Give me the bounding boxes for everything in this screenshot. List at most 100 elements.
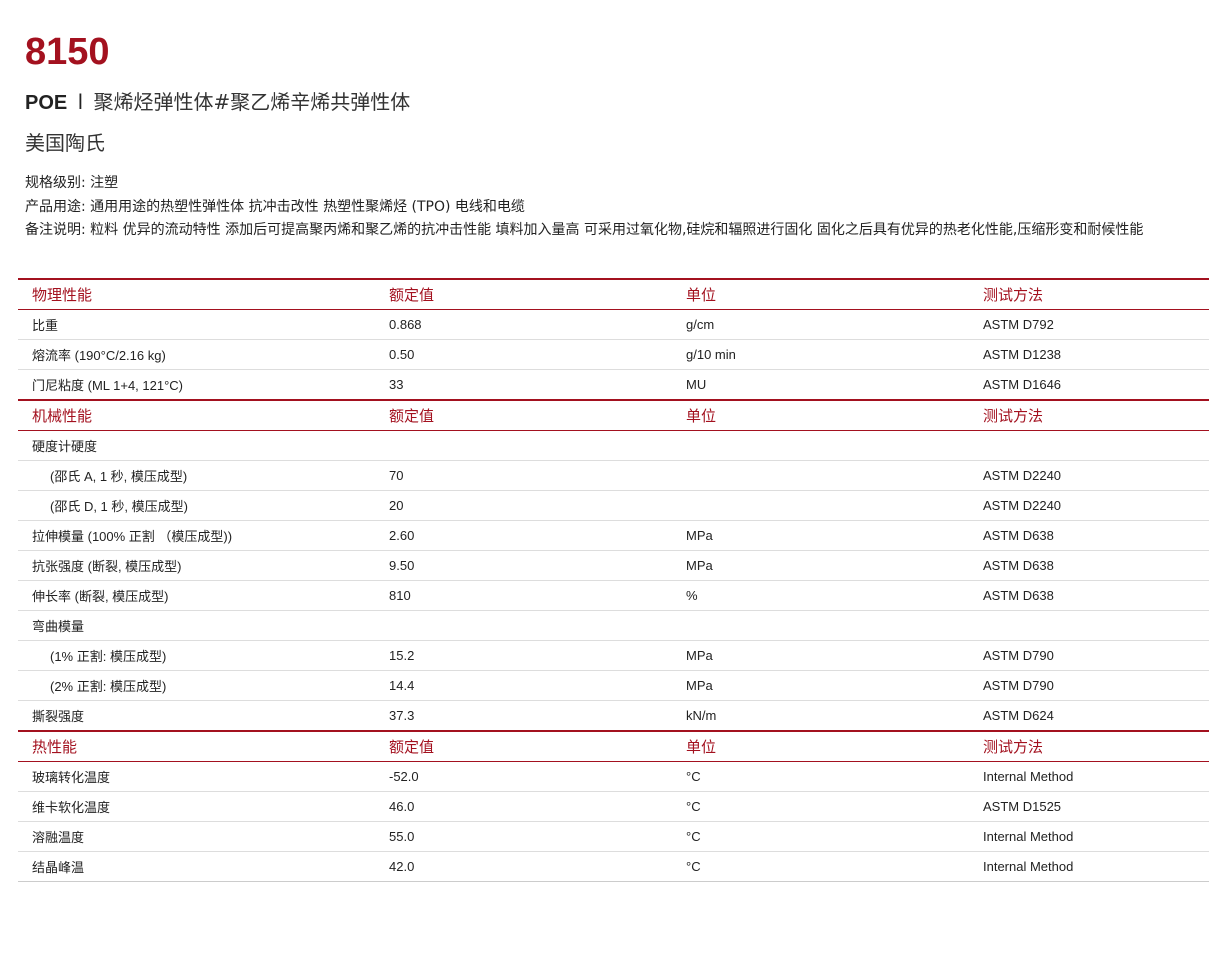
unit-header: 单位 — [672, 730, 969, 762]
property-value: 46.0 — [375, 791, 672, 822]
property-unit — [672, 430, 969, 461]
property-table-body: 物理性能 额定值 单位 测试方法 比重 0.868 g/cm ASTM D792 熔流率 (19… — [18, 278, 1209, 882]
property-value: -52.0 — [375, 761, 672, 792]
property-unit: MU — [672, 369, 969, 401]
property-unit: °C — [672, 821, 969, 852]
table-row: (1% 正割: 模压成型) 15.2 MPa ASTM D790 — [18, 640, 1209, 671]
method-header: 测试方法 — [969, 278, 1209, 310]
property-name: 溶融温度 — [18, 821, 375, 852]
property-unit: kN/m — [672, 700, 969, 732]
property-value — [375, 430, 672, 461]
property-unit: MPa — [672, 550, 969, 581]
test-method: ASTM D1646 — [969, 369, 1209, 401]
product-grade: 8150 — [25, 31, 110, 73]
property-name: 抗张强度 (断裂, 模压成型) — [18, 550, 375, 581]
property-table: 物理性能 额定值 单位 测试方法 比重 0.868 g/cm ASTM D792 熔流率 (19… — [18, 278, 1209, 882]
property-name: 结晶峰温 — [18, 851, 375, 882]
table-row: (邵氏 D, 1 秒, 模压成型) 20 ASTM D2240 — [18, 490, 1209, 521]
property-value: 9.50 — [375, 550, 672, 581]
property-unit: °C — [672, 791, 969, 822]
table-row: 结晶峰温 42.0 °C Internal Method — [18, 851, 1209, 882]
property-name: 硬度计硬度 — [18, 430, 375, 461]
product-type-description: 聚烯烃弹性体#聚乙烯辛烯共弹性体 — [93, 90, 411, 114]
test-method: ASTM D1525 — [969, 791, 1209, 822]
table-row: 伸长率 (断裂, 模压成型) 810% ASTM D638 — [18, 580, 1209, 611]
test-method: ASTM D2240 — [969, 490, 1209, 521]
table-row: 拉伸模量 (100% 正割 （模压成型)) 2.60 MPa ASTM D638 — [18, 520, 1209, 551]
property-value: 0.868 — [375, 309, 672, 340]
value-header: 额定值 — [375, 730, 672, 762]
test-method: ASTM D792 — [969, 309, 1209, 340]
test-method: ASTM D790 — [969, 670, 1209, 701]
property-name: (邵氏 A, 1 秒, 模压成型) — [18, 460, 375, 491]
property-name: 撕裂强度 — [18, 700, 375, 732]
table-row: (邵氏 A, 1 秒, 模压成型) 70 ASTM D2240 — [18, 460, 1209, 491]
property-name: 弯曲模量 — [18, 610, 375, 641]
property-name: 伸长率 (断裂, 模压成型) — [18, 580, 375, 611]
grade-level: 规格级别: 注塑 — [25, 175, 119, 191]
test-method: ASTM D2240 — [969, 460, 1209, 491]
property-name: 熔流率 (190°C/2.16 kg) — [18, 339, 375, 370]
property-unit — [672, 490, 969, 521]
property-unit: MPa — [672, 670, 969, 701]
property-value: 20 — [375, 490, 672, 521]
value-header: 额定值 — [375, 399, 672, 431]
property-value: 2.60 — [375, 520, 672, 551]
table-row: 比重 0.868 g/cm ASTM D792 — [18, 309, 1209, 340]
property-name: 维卡软化温度 — [18, 791, 375, 822]
section-title: 热性能 — [18, 730, 375, 762]
test-method: ASTM D1238 — [969, 339, 1209, 370]
test-method: Internal Method — [969, 821, 1209, 852]
property-value: 70 — [375, 460, 672, 491]
property-value: 0.50 — [375, 339, 672, 370]
property-unit: °C — [672, 761, 969, 792]
test-method: Internal Method — [969, 761, 1209, 792]
property-value: 14.4 — [375, 670, 672, 701]
property-value: 33 — [375, 369, 672, 401]
product-type-code: POE — [25, 92, 68, 114]
property-unit: % — [672, 580, 969, 611]
test-method: ASTM D638 — [969, 550, 1209, 581]
test-method: ASTM D638 — [969, 580, 1209, 611]
property-unit — [672, 460, 969, 491]
property-name: 拉伸模量 (100% 正割 （模压成型)) — [18, 520, 375, 551]
method-header: 测试方法 — [969, 399, 1209, 431]
table-row: (2% 正割: 模压成型) 14.4 MPa ASTM D790 — [18, 670, 1209, 701]
test-method: ASTM D790 — [969, 640, 1209, 671]
value-header: 额定值 — [375, 278, 672, 310]
property-unit: MPa — [672, 520, 969, 551]
manufacturer: 美国陶氏 — [25, 131, 105, 155]
subtitle-separator: l — [77, 90, 84, 114]
property-value: 810 — [375, 580, 672, 611]
property-name: (1% 正割: 模压成型) — [18, 640, 375, 671]
property-name: 玻璃转化温度 — [18, 761, 375, 792]
table-row: 玻璃转化温度 -52.0 °C Internal Method — [18, 761, 1209, 792]
property-unit: MPa — [672, 640, 969, 671]
table-row: 维卡软化温度 46.0 °C ASTM D1525 — [18, 791, 1209, 822]
table-row: 弯曲模量 — [18, 610, 1209, 641]
table-row: 抗张强度 (断裂, 模压成型) 9.50 MPa ASTM D638 — [18, 550, 1209, 581]
unit-header: 单位 — [672, 399, 969, 431]
property-unit: g/cm — [672, 309, 969, 340]
section-title: 物理性能 — [18, 278, 375, 310]
table-row: 溶融温度 55.0 °C Internal Method — [18, 821, 1209, 852]
table-row: 熔流率 (190°C/2.16 kg) 0.50 g/10 min ASTM D123… — [18, 339, 1209, 370]
property-value: 37.3 — [375, 700, 672, 732]
property-unit: g/10 min — [672, 339, 969, 370]
test-method: Internal Method — [969, 851, 1209, 882]
datasheet-page: 8150 POE l 聚烯烃弹性体#聚乙烯辛烯共弹性体 美国陶氏 规格级别: 注… — [0, 0, 1229, 967]
product-subtitle: POE l 聚烯烃弹性体#聚乙烯辛烯共弹性体 — [25, 88, 1205, 117]
section-header-row: 机械性能 额定值 单位 测试方法 — [18, 399, 1209, 431]
table-row: 硬度计硬度 — [18, 430, 1209, 461]
product-remarks: 备注说明: 粒料 优异的流动特性 添加后可提高聚丙烯和聚乙烯的抗冲击性能 填料加… — [25, 222, 1144, 238]
product-meta: 规格级别: 注塑 产品用途: 通用用途的热塑性弹性体 抗冲击改性 热塑性聚烯烃 … — [25, 171, 1205, 241]
property-name: 门尼粘度 (ML 1+4, 121°C) — [18, 369, 375, 401]
property-value: 55.0 — [375, 821, 672, 852]
unit-header: 单位 — [672, 278, 969, 310]
property-name: (邵氏 D, 1 秒, 模压成型) — [18, 490, 375, 521]
property-name: (2% 正割: 模压成型) — [18, 670, 375, 701]
method-header: 测试方法 — [969, 730, 1209, 762]
property-unit — [672, 610, 969, 641]
property-value: 15.2 — [375, 640, 672, 671]
table-row: 门尼粘度 (ML 1+4, 121°C) 33 MU ASTM D1646 — [18, 369, 1209, 401]
